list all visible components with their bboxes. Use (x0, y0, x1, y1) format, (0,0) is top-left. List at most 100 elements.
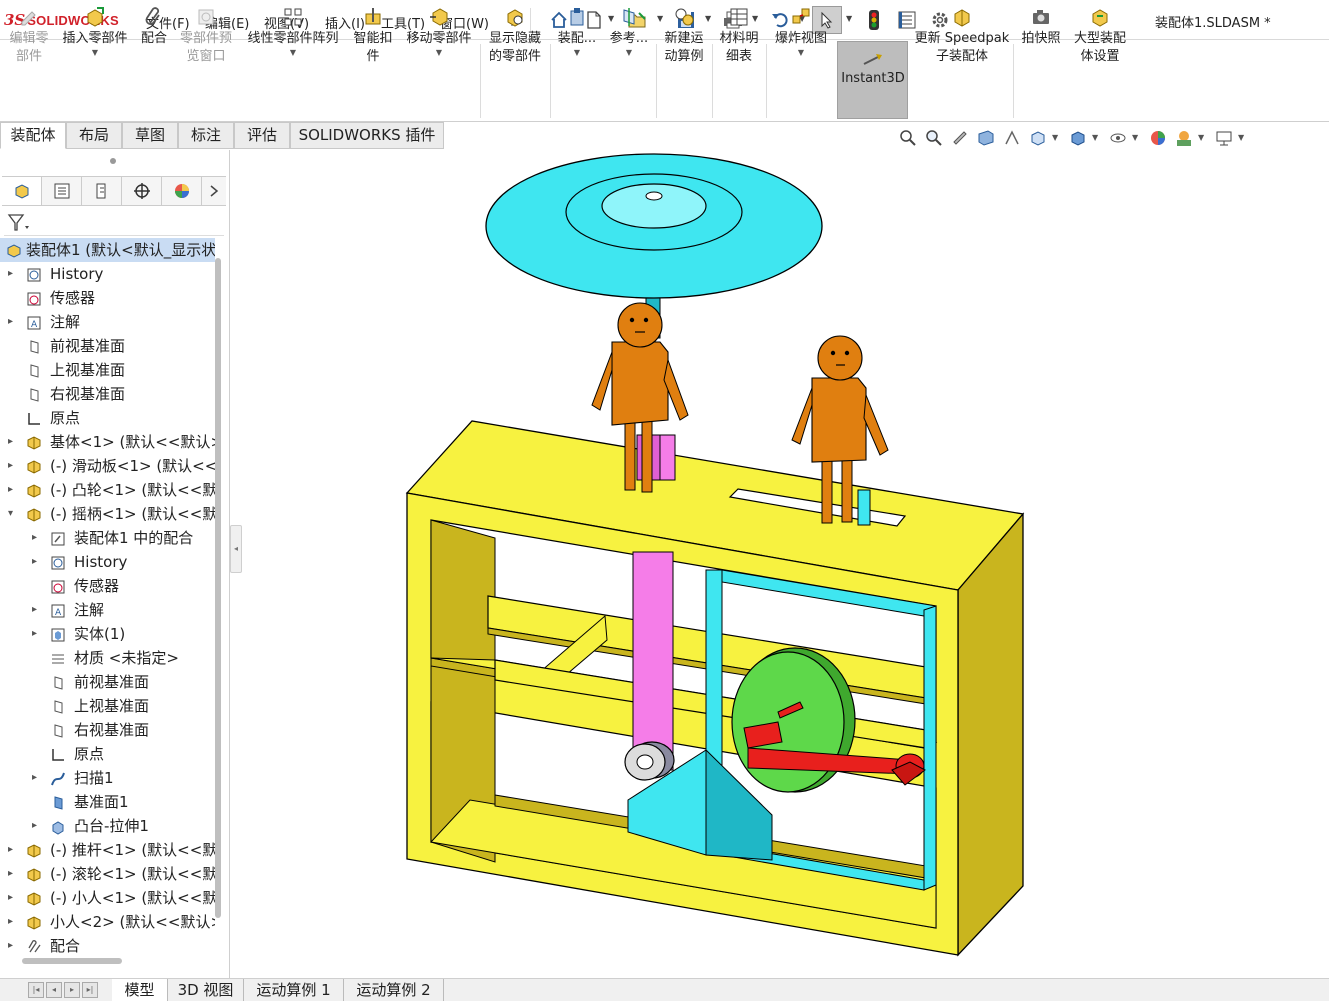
exploded-view-button[interactable]: 爆炸视图 ▼ (770, 6, 832, 58)
tree-item[interactable]: ▸ History (0, 262, 215, 286)
chevron-down-icon[interactable]: ▾ (8, 502, 18, 526)
chevron-right-icon[interactable]: ▸ (8, 862, 18, 886)
bom-button[interactable]: 材料明 细表 (716, 6, 762, 66)
dynamic-annotation-icon[interactable] (1002, 128, 1022, 148)
panel-collapse-handle[interactable]: ◂ (230, 525, 242, 573)
assembly-features-button[interactable]: 装配... ▼ (554, 6, 600, 58)
chevron-right-icon[interactable] (202, 177, 226, 205)
tab-model[interactable]: 模型 (112, 979, 168, 1001)
tree-horizontal-scrollbar[interactable] (22, 958, 122, 964)
propertymanager-tab-icon[interactable] (42, 177, 82, 205)
configurationmanager-tab-icon[interactable] (82, 177, 122, 205)
insert-component-button[interactable]: 插入零部件 ▼ (58, 6, 132, 58)
chevron-down-icon[interactable]: ▼ (402, 48, 476, 58)
previous-tab-icon[interactable]: ◂ (46, 982, 62, 998)
chevron-right-icon[interactable]: ▸ (32, 766, 42, 790)
chevron-right-icon[interactable]: ▸ (32, 622, 42, 646)
featuremanager-tab-icon[interactable] (2, 177, 42, 205)
tree-item[interactable]: 前视基准面 (0, 334, 215, 358)
chevron-right-icon[interactable]: ▸ (8, 454, 18, 478)
tree-item[interactable]: ▸ (-) 滚轮<1> (默认<<默 (0, 862, 215, 886)
tree-item[interactable]: ▸ 基体<1> (默认<<默认> (0, 430, 215, 454)
chevron-right-icon[interactable]: ▸ (8, 838, 18, 862)
chevron-down-icon[interactable]: ▼ (770, 48, 832, 58)
chevron-right-icon[interactable]: ▸ (8, 262, 18, 286)
tab-assembly[interactable]: 装配体 (0, 122, 66, 149)
dimxpert-tab-icon[interactable] (122, 177, 162, 205)
apply-scene-icon[interactable] (1174, 128, 1194, 148)
tab-markup[interactable]: 标注 (178, 122, 234, 149)
tree-item[interactable]: ▸ A 注解 (0, 310, 215, 334)
next-tab-icon[interactable]: ▸ (64, 982, 80, 998)
tree-item[interactable]: ▸ 扫描1 (0, 766, 215, 790)
tree-scrollbar[interactable] (215, 258, 221, 918)
tree-item[interactable]: ▾ (-) 摇柄<1> (默认<<默 (0, 502, 215, 526)
tree-item[interactable]: 基准面1 (0, 790, 215, 814)
edit-component-button[interactable]: 编辑零 部件 (4, 6, 54, 66)
show-hidden-components-button[interactable]: 显示隐藏 的零部件 (484, 6, 546, 66)
tab-solidworks-addins[interactable]: SOLIDWORKS 插件 (290, 122, 444, 149)
chevron-right-icon[interactable]: ▸ (32, 550, 42, 574)
tree-item[interactable]: ▸ 凸台-拉伸1 (0, 814, 215, 838)
display-style-icon[interactable] (1068, 128, 1088, 148)
zoom-to-fit-icon[interactable] (898, 128, 918, 148)
last-tab-icon[interactable]: ▸| (82, 982, 98, 998)
first-tab-icon[interactable]: |◂ (28, 982, 44, 998)
tree-item[interactable]: 原点 (0, 742, 215, 766)
chevron-right-icon[interactable]: ▸ (8, 478, 18, 502)
view-settings-monitor-icon[interactable] (1214, 128, 1234, 148)
chevron-right-icon[interactable]: ▸ (8, 886, 18, 910)
tree-item[interactable]: 上视基准面 (0, 694, 215, 718)
section-view-icon[interactable] (976, 128, 996, 148)
tree-item[interactable]: 前视基准面 (0, 670, 215, 694)
update-speedpak-button[interactable]: 更新 Speedpak 子装配体 (914, 6, 1010, 66)
tree-item[interactable]: 上视基准面 (0, 358, 215, 382)
tab-motion-study-2[interactable]: 运动算例 2 (344, 979, 444, 1001)
tree-item[interactable]: 传感器 (0, 574, 215, 598)
smart-fastener-button[interactable]: 智能扣 件 (350, 6, 396, 66)
tree-item[interactable]: 材质 <未指定> (0, 646, 215, 670)
zoom-to-area-icon[interactable] (924, 128, 944, 148)
chevron-right-icon[interactable]: ▸ (8, 430, 18, 454)
tree-item[interactable]: ▸ (-) 滑动板<1> (默认<< (0, 454, 215, 478)
tree-item[interactable]: 右视基准面 (0, 382, 215, 406)
chevron-right-icon[interactable]: ▸ (8, 934, 18, 958)
rebuild-traffic-light-icon[interactable] (862, 8, 886, 32)
chevron-down-icon[interactable]: ▼ (554, 48, 600, 58)
previous-view-icon[interactable] (950, 128, 970, 148)
linear-pattern-button[interactable]: 线性零部件阵列 ▼ (242, 6, 344, 58)
tree-item[interactable]: ▸ History (0, 550, 215, 574)
tree-item[interactable]: ▸ A 注解 (0, 598, 215, 622)
instant3d-button[interactable]: Instant3D (838, 52, 908, 88)
graphics-area[interactable] (243, 150, 1329, 978)
assembly-3d-model[interactable] (243, 150, 1329, 978)
chevron-right-icon[interactable]: ▸ (32, 526, 42, 550)
tab-layout[interactable]: 布局 (66, 122, 122, 149)
chevron-right-icon[interactable]: ▸ (8, 910, 18, 934)
chevron-down-icon[interactable]: ▼ (58, 48, 132, 58)
tab-motion-study-1[interactable]: 运动算例 1 (244, 979, 344, 1001)
large-assembly-settings-button[interactable]: 大型装配 体设置 (1068, 6, 1132, 66)
tree-root-assembly[interactable]: 装配体1 (默认<默认_显示状 (0, 238, 215, 262)
reference-geometry-button[interactable]: 参考... ▼ (606, 6, 652, 58)
component-preview-button[interactable]: 零部件预 览窗口 (176, 6, 236, 66)
tree-item[interactable]: ▸ 装配体1 中的配合 (0, 526, 215, 550)
edit-appearance-icon[interactable] (1148, 128, 1168, 148)
take-snapshot-button[interactable]: 拍快照 (1017, 6, 1065, 48)
tab-3d-view[interactable]: 3D 视图 (168, 979, 244, 1001)
chevron-down-icon[interactable]: ▼ (606, 48, 652, 58)
tree-item[interactable]: 原点 (0, 406, 215, 430)
filter-funnel-icon[interactable] (6, 212, 32, 234)
chevron-down-icon[interactable]: ▼ (242, 48, 344, 58)
move-component-button[interactable]: 移动零部件 ▼ (402, 6, 476, 58)
view-orientation-icon[interactable] (1028, 128, 1048, 148)
tree-item[interactable]: ▸ 配合 (0, 934, 215, 958)
chevron-right-icon[interactable]: ▸ (8, 310, 18, 334)
tree-item[interactable]: ▸ (-) 小人<1> (默认<<默 (0, 886, 215, 910)
mate-button[interactable]: 配合 (137, 6, 171, 48)
tab-sketch[interactable]: 草图 (122, 122, 178, 149)
tree-item[interactable]: 右视基准面 (0, 718, 215, 742)
hide-show-items-icon[interactable] (1108, 128, 1128, 148)
panel-grip-handle[interactable] (110, 158, 116, 164)
tree-item[interactable]: ▸ 小人<2> (默认<<默认> (0, 910, 215, 934)
